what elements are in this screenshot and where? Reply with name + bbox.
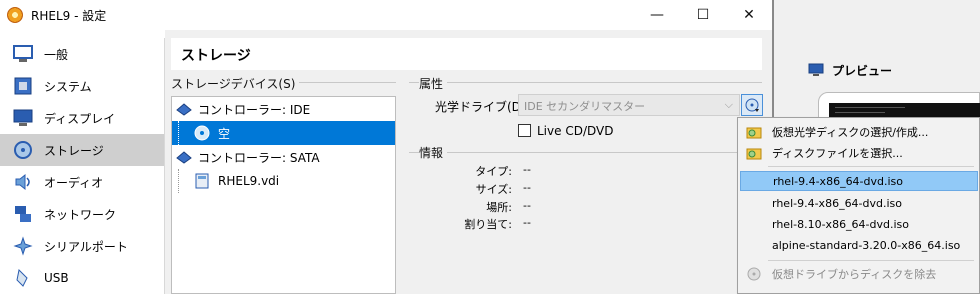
usb-icon (12, 267, 34, 289)
audio-icon (12, 171, 34, 193)
sidebar-item-audio[interactable]: オーディオ (0, 166, 164, 198)
sidebar-item-usb[interactable]: USB (0, 262, 164, 294)
sidebar-item-label: システム (44, 79, 92, 94)
tree-connector (178, 121, 194, 145)
serial-port-icon (12, 235, 34, 257)
hard-disk-icon (194, 173, 210, 189)
chevron-down-icon: ⌵ (724, 98, 733, 111)
menu-item-iso[interactable]: rhel-8.10-x86_64-dvd.iso (740, 214, 978, 234)
info-size-label: サイズ: (475, 183, 512, 196)
info-location-label: 場所: (486, 201, 512, 214)
disc-folder-icon (744, 146, 764, 160)
optical-disc-icon (194, 125, 210, 141)
sidebar-item-storage[interactable]: ストレージ (0, 134, 164, 166)
storage-icon (12, 139, 34, 161)
tree-item-empty-disc[interactable]: 空 (172, 121, 395, 145)
optical-drive-label: 光学ドライブ(D): (435, 100, 530, 114)
info-allocation-label: 割り当て: (464, 218, 512, 231)
settings-sidebar: 一般 システム ディスプレイ ストレージ オーディオ ネットワーク シリアルポー… (0, 38, 165, 294)
optical-drive-select[interactable]: IDE セカンダリマスター ⌵ (518, 94, 740, 116)
sidebar-item-label: USB (44, 271, 69, 285)
remove-disc-icon (744, 266, 764, 282)
general-icon (12, 43, 34, 65)
menu-item-iso[interactable]: rhel-9.4-x86_64-dvd.iso (740, 193, 978, 213)
choose-disk-button[interactable] (741, 94, 763, 116)
ide-controller-icon (176, 101, 192, 117)
tree-item-label: RHEL9.vdi (218, 174, 280, 188)
live-cd-label: Live CD/DVD (537, 124, 614, 138)
preview-header: プレビュー (808, 58, 980, 82)
information-header: 情報 (419, 144, 448, 161)
sidebar-item-label: ネットワーク (44, 207, 117, 222)
maximize-button[interactable]: ☐ (680, 0, 726, 30)
sidebar-item-label: ディスプレイ (44, 111, 116, 126)
sata-controller-icon (176, 149, 192, 165)
virtualbox-icon (7, 7, 23, 23)
divider (409, 82, 762, 83)
sidebar-item-label: ストレージ (44, 143, 104, 158)
menu-separator (768, 166, 974, 167)
menu-item-iso[interactable]: rhel-9.4-x86_64-dvd.iso (740, 171, 978, 191)
sidebar-item-label: オーディオ (44, 175, 104, 190)
network-icon (12, 203, 34, 225)
disk-menu: 仮想光学ディスクの選択/作成... ディスクファイルを選択... rhel-9.… (737, 117, 980, 294)
live-cd-checkbox[interactable] (518, 124, 531, 137)
tree-item-label: コントローラー: IDE (198, 102, 311, 117)
storage-tree[interactable]: コントローラー: IDE 空 コントローラー: SATA RHEL9.vdi (171, 96, 396, 294)
sidebar-item-label: シリアルポート (44, 239, 128, 254)
divider (409, 152, 762, 153)
disc-folder-icon (744, 125, 764, 139)
optical-drive-value: IDE セカンダリマスター (524, 100, 646, 113)
sidebar-item-display[interactable]: ディスプレイ (0, 102, 164, 134)
attributes-header: 属性 (419, 75, 448, 92)
menu-item-iso[interactable]: alpine-standard-3.20.0-x86_64.iso (740, 235, 978, 255)
sidebar-item-network[interactable]: ネットワーク (0, 198, 164, 230)
info-type-value: -- (523, 163, 531, 176)
menu-separator (768, 260, 974, 261)
display-icon (12, 107, 34, 129)
sidebar-item-general[interactable]: 一般 (0, 38, 164, 70)
info-size-value: -- (523, 181, 531, 194)
page-title: ストレージ (171, 38, 762, 70)
tree-item-label: コントローラー: SATA (198, 150, 320, 165)
tree-item-sata-controller[interactable]: コントローラー: SATA (172, 145, 395, 169)
sidebar-item-serial-port[interactable]: シリアルポート (0, 230, 164, 262)
info-location-value: -- (523, 199, 531, 212)
storage-devices-header: ストレージデバイス(S) (171, 75, 300, 92)
close-button[interactable]: ✕ (726, 0, 772, 30)
title-bar: RHEL9 - 設定 — ☐ ✕ (0, 0, 772, 30)
sidebar-item-label: 一般 (44, 47, 69, 62)
tree-item-label: 空 (218, 126, 231, 141)
tree-item-ide-controller[interactable]: コントローラー: IDE (172, 97, 395, 121)
info-allocation-value: -- (523, 216, 531, 229)
optical-disc-menu-icon (745, 98, 759, 112)
preview-title: プレビュー (832, 63, 893, 78)
menu-item-choose-create[interactable]: 仮想光学ディスクの選択/作成... (740, 122, 978, 142)
system-icon (12, 75, 34, 97)
menu-item-remove-disk[interactable]: 仮想ドライブからディスクを除去 (740, 264, 978, 284)
window-title: RHEL9 - 設定 (31, 8, 107, 23)
tree-connector (178, 169, 194, 193)
sidebar-item-system[interactable]: システム (0, 70, 164, 102)
main-panel: ストレージ ストレージデバイス(S) コントローラー: IDE 空 コントローラ… (165, 30, 772, 294)
monitor-icon (808, 63, 824, 76)
minimize-button[interactable]: — (634, 0, 680, 30)
info-type-label: タイプ: (475, 165, 512, 178)
settings-dialog: RHEL9 - 設定 — ☐ ✕ 一般 システム ディスプレイ ストレージ オー… (0, 0, 773, 294)
menu-item-choose-file[interactable]: ディスクファイルを選択... (740, 143, 978, 163)
tree-item-rhel9-vdi[interactable]: RHEL9.vdi (172, 169, 395, 193)
